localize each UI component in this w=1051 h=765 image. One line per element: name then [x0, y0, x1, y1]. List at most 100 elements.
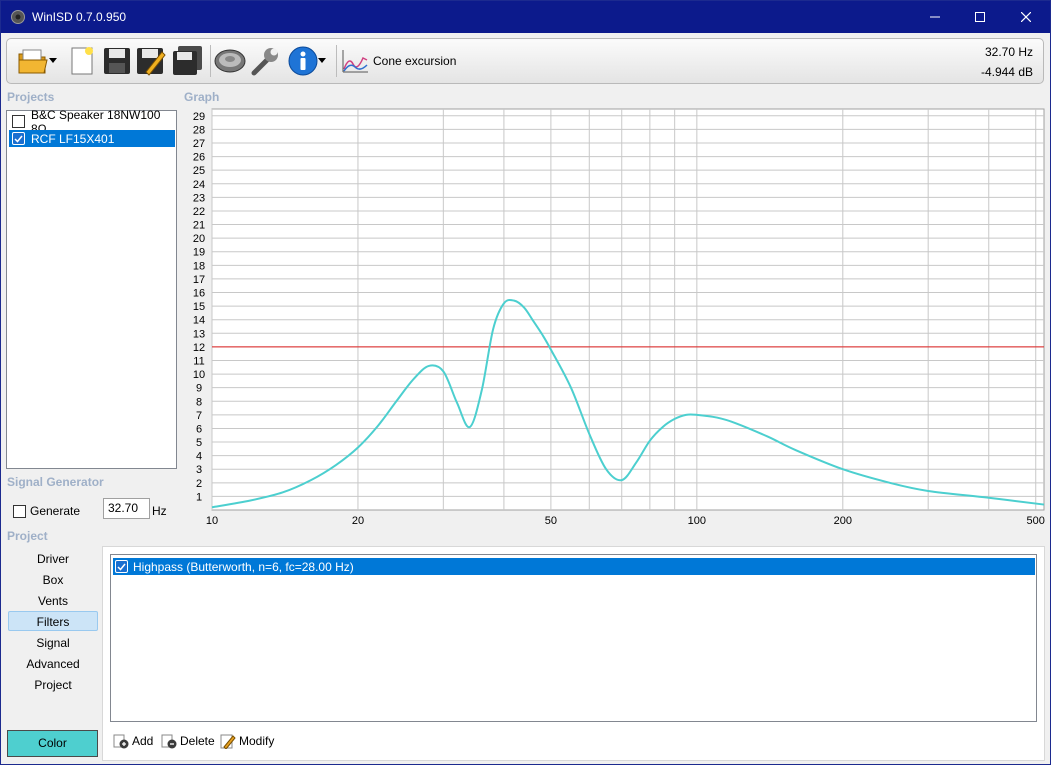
y-tick-label: 18 [193, 260, 205, 272]
y-tick-label: 8 [196, 396, 202, 408]
y-tick-label: 25 [193, 165, 205, 177]
y-tick-label: 14 [193, 315, 205, 327]
projects-list: B&C Speaker 18NW100 8Ω RCF LF15X401 [6, 108, 177, 469]
floppy-pencil-icon [137, 48, 166, 76]
cone-excursion-label: Cone excursion [373, 54, 457, 68]
x-tick-label: 200 [834, 515, 852, 527]
nav-vents[interactable]: Vents [8, 591, 98, 611]
y-tick-label: 24 [193, 179, 205, 191]
settings-button[interactable] [249, 45, 281, 77]
db-readout: -4.944 dB [980, 65, 1033, 79]
y-tick-label: 29 [193, 111, 205, 123]
generate-checkbox[interactable] [13, 504, 26, 518]
minimize-button[interactable] [912, 1, 958, 33]
x-tick-label: 100 [688, 515, 706, 527]
project-checkbox[interactable] [12, 115, 25, 128]
folder-open-icon [18, 49, 48, 74]
plot-background [211, 108, 1045, 511]
x-tick-label: 50 [545, 515, 557, 527]
project-item-selected[interactable]: RCF LF15X401 [9, 130, 175, 147]
checkmark-icon [117, 563, 126, 571]
save-button[interactable] [101, 45, 133, 77]
maximize-icon [975, 12, 985, 22]
y-tick-label: 21 [193, 220, 205, 232]
floppy-disks-icon [173, 46, 202, 75]
info-icon [288, 46, 318, 76]
nav-advanced[interactable]: Advanced [8, 654, 98, 674]
x-tick-label: 20 [352, 515, 364, 527]
save-all-button[interactable] [171, 45, 205, 77]
graph-label: Graph [184, 90, 220, 104]
speaker-driver-icon [214, 49, 246, 73]
add-label: Add [132, 734, 154, 748]
app-logo-icon [11, 10, 25, 24]
y-tick-label: 12 [193, 342, 205, 354]
nav-project[interactable]: Project [8, 675, 98, 695]
frequency-unit: Hz [152, 504, 167, 518]
close-icon [1021, 12, 1031, 22]
filter-label: Highpass (Butterworth, n=6, fc=28.00 Hz) [133, 559, 354, 574]
projects-label: Projects [7, 90, 55, 104]
y-tick-label: 2 [196, 478, 202, 490]
y-tick-label: 23 [193, 192, 205, 204]
y-tick-label: 11 [193, 355, 204, 367]
save-as-button[interactable] [135, 45, 167, 77]
filter-checkbox[interactable] [115, 560, 128, 573]
new-project-button[interactable] [67, 45, 97, 77]
y-tick-label: 10 [193, 369, 205, 381]
maximize-button[interactable] [957, 1, 1003, 33]
x-tick-label: 10 [206, 515, 218, 527]
open-project-button[interactable] [15, 45, 59, 77]
frequency-input[interactable]: 32.70 [103, 498, 150, 519]
dropdown-arrow-icon [49, 58, 57, 63]
close-button[interactable] [1003, 1, 1049, 33]
generate-checkbox-row[interactable]: Generate [13, 504, 80, 518]
modify-filter-button[interactable]: Modify [220, 733, 274, 749]
app-window: WinISD 0.7.0.950 Cone excursion 32.70 Hz… [0, 0, 1051, 765]
filters-list: Highpass (Butterworth, n=6, fc=28.00 Hz) [110, 554, 1037, 722]
filters-panel: Highpass (Butterworth, n=6, fc=28.00 Hz)… [102, 546, 1045, 761]
cone-excursion-button[interactable]: Cone excursion [341, 45, 463, 77]
y-tick-label: 1 [196, 491, 202, 503]
nav-signal[interactable]: Signal [8, 633, 98, 653]
y-tick-label: 20 [193, 233, 205, 245]
new-document-icon [71, 47, 93, 75]
delete-filter-button[interactable]: Delete [161, 733, 215, 749]
y-tick-label: 5 [196, 437, 202, 449]
y-tick-label: 22 [193, 206, 205, 218]
y-tick-label: 3 [196, 464, 202, 476]
color-button[interactable]: Color [7, 730, 98, 757]
y-tick-label: 4 [196, 451, 202, 463]
nav-box[interactable]: Box [8, 570, 98, 590]
floppy-disk-icon [104, 48, 130, 74]
signal-generator-label: Signal Generator [7, 475, 104, 489]
filter-item[interactable]: Highpass (Butterworth, n=6, fc=28.00 Hz) [113, 558, 1035, 575]
generate-label: Generate [30, 504, 81, 518]
y-tick-label: 17 [193, 274, 205, 286]
info-button[interactable] [285, 45, 329, 77]
project-item[interactable]: B&C Speaker 18NW100 8Ω [9, 108, 175, 136]
nav-filters[interactable]: Filters [8, 611, 98, 631]
y-tick-label: 19 [193, 247, 205, 259]
toolbar-separator [210, 45, 211, 77]
add-filter-button[interactable]: Add [113, 733, 153, 749]
y-tick-label: 27 [193, 138, 205, 150]
nav-driver[interactable]: Driver [8, 549, 98, 569]
wrench-icon [251, 48, 278, 76]
y-tick-label: 13 [193, 328, 205, 340]
delete-label: Delete [180, 734, 215, 748]
project-checkbox-checked[interactable] [12, 132, 25, 145]
project-name: RCF LF15X401 [31, 131, 115, 146]
x-tick-label: 500 [1027, 515, 1045, 527]
y-tick-label: 9 [196, 383, 202, 395]
driver-button[interactable] [213, 45, 247, 77]
toolbar-separator [336, 45, 337, 77]
graph-chart-icon [342, 50, 368, 73]
y-tick-label: 6 [196, 423, 202, 435]
graph-panel: 1 2 3 4 5 6 7 8 9 10 11 12 13 14 15 16 17 18 19 20 21 22 23 24 2… [182, 106, 1046, 531]
delete-icon [161, 734, 177, 749]
modify-label: Modify [239, 734, 275, 748]
y-tick-label: 26 [193, 152, 205, 164]
edit-pencil-icon [220, 734, 236, 749]
add-icon [113, 734, 129, 749]
